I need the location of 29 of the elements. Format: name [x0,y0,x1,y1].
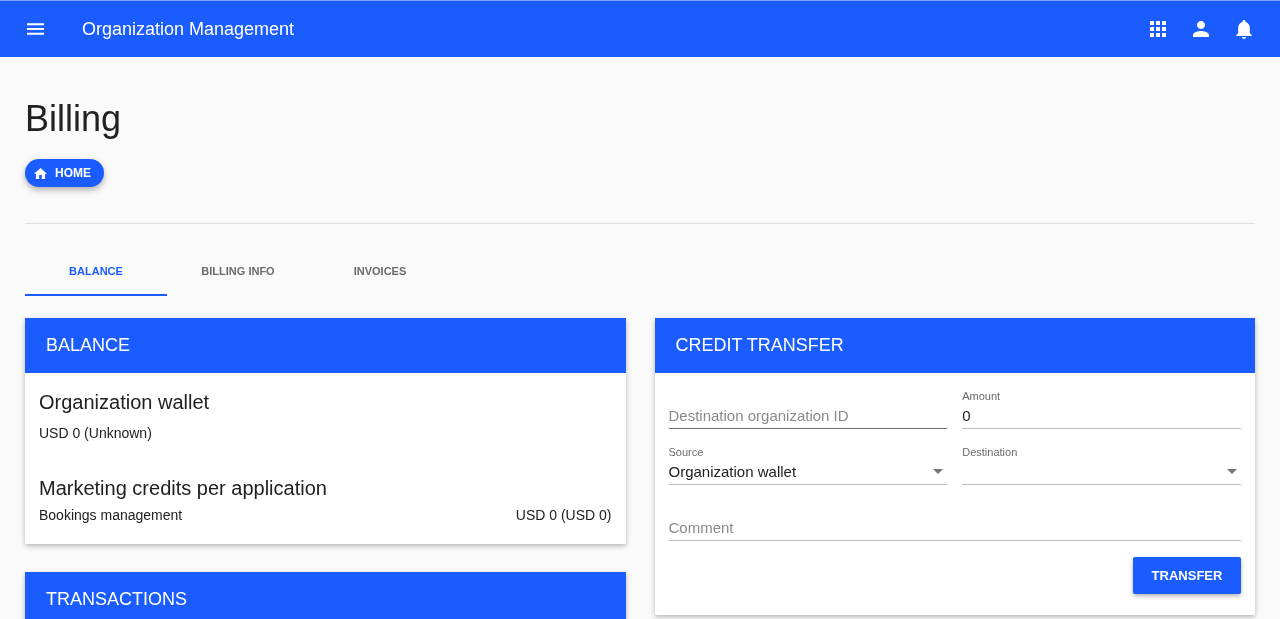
menu-icon[interactable] [27,23,44,35]
wallet-balance: USD 0 (Unknown) [39,424,153,443]
apps-grid-icon[interactable] [1150,21,1166,37]
field-label: Amount [962,390,1001,402]
text-field[interactable]: Comment [668,514,1241,541]
card-title: BALANCE [46,335,131,356]
home-button[interactable]: HOME [25,159,104,187]
section-heading: Organization wallet [39,390,211,415]
notifications-bell-icon[interactable] [1236,19,1252,39]
home-icon [34,167,47,179]
tab[interactable]: BALANCE [25,248,167,296]
tab[interactable]: INVOICES [309,248,451,296]
select-field[interactable]: Organization wallet [668,458,948,485]
section-heading: Marketing credits per application [39,476,328,501]
text-field[interactable]: 0 [962,402,1241,429]
field-label: Source [668,446,704,458]
card-title: CREDIT TRANSFER [675,335,844,356]
person-icon[interactable] [1193,21,1209,37]
caret-icon [1227,468,1237,474]
card-title: TRANSACTIONS [46,589,187,610]
caret-icon [933,468,944,474]
transfer-button[interactable]: TRANSFER [1133,557,1241,594]
field-label: Destination [962,446,1018,458]
application-name: Bookings management [39,506,183,525]
text-field[interactable]: Destination organization ID [668,402,948,429]
tab[interactable]: BILLING INFO [167,248,309,296]
app-title: Organization Management [82,18,295,40]
page-title: Billing [25,97,123,141]
credit-amount: USD 0 (USD 0) [515,506,612,525]
